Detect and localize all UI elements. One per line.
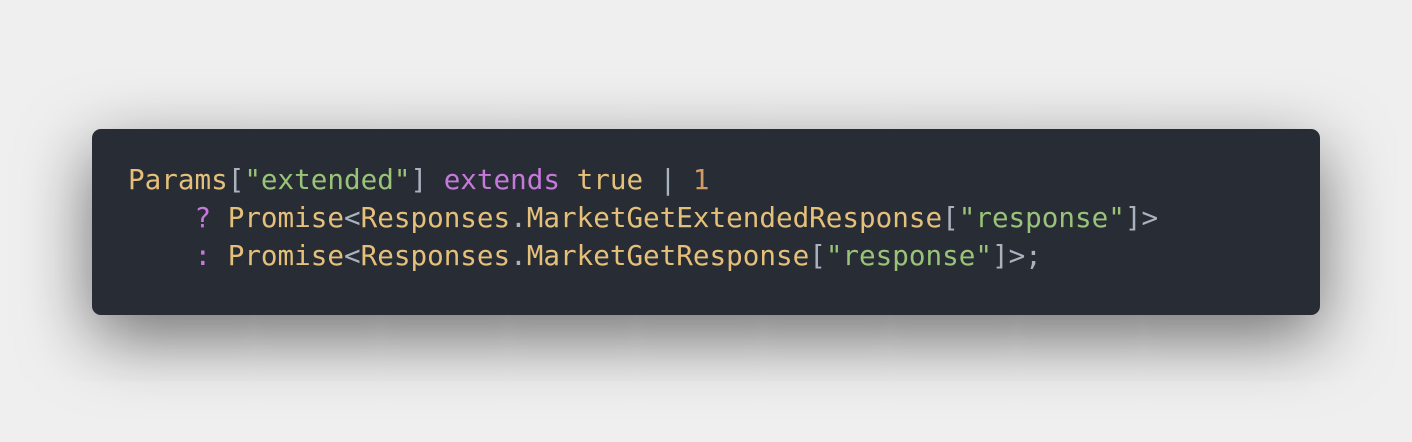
code-token-num: 1	[692, 163, 710, 196]
code-token-type: Params	[128, 163, 228, 196]
screenshot-background: Params["extended"] extends true | 1 ? Pr…	[0, 0, 1412, 442]
code-token-punc: <	[344, 239, 361, 272]
code-line-2: ? Promise<Responses.MarketGetExtendedRes…	[128, 199, 1284, 237]
code-line-1: Params["extended"] extends true | 1	[128, 161, 1284, 199]
code-token-punc: [	[809, 239, 826, 272]
code-token-str: "response"	[958, 201, 1125, 234]
code-block: Params["extended"] extends true | 1 ? Pr…	[128, 161, 1284, 275]
code-token-punc	[560, 163, 577, 196]
code-token-punc	[211, 239, 228, 272]
code-token-kw: extends	[443, 163, 560, 196]
code-token-kw: :	[194, 239, 212, 272]
code-token-type: MarketGetResponse	[526, 239, 810, 272]
code-token-type: true	[576, 163, 644, 196]
code-token-punc: ]>	[1124, 201, 1159, 234]
code-token-type: Promise	[227, 201, 344, 234]
code-token-type: Responses	[360, 201, 511, 234]
code-token-punc	[211, 201, 228, 234]
code-token-punc: [	[227, 163, 245, 196]
code-token-punc: ]	[410, 163, 444, 196]
code-token-str: "response"	[825, 239, 992, 272]
code-token-punc: [	[942, 201, 959, 234]
code-line-3: : Promise<Responses.MarketGetResponse["r…	[128, 237, 1284, 275]
code-token-punc	[128, 239, 194, 272]
code-token-punc: .	[510, 239, 527, 272]
code-token-kw: ?	[194, 201, 212, 234]
code-token-type: MarketGetExtendedResponse	[526, 201, 943, 234]
code-token-punc: .	[510, 201, 527, 234]
code-token-str: "extended"	[244, 163, 411, 196]
code-token-punc: <	[344, 201, 361, 234]
code-token-punc: ]>;	[991, 239, 1042, 272]
code-snippet-card: Params["extended"] extends true | 1 ? Pr…	[92, 129, 1320, 315]
code-token-type: Promise	[227, 239, 344, 272]
code-token-type: Responses	[360, 239, 511, 272]
code-token-punc	[128, 201, 194, 234]
code-token-punc: |	[643, 163, 693, 196]
